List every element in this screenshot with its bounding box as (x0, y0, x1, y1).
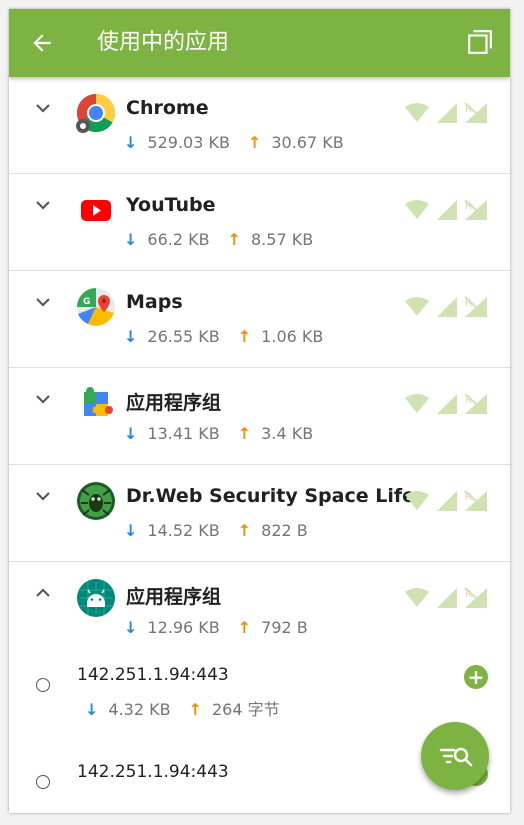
download-arrow-icon: ↓ (124, 327, 138, 346)
app-row-maps[interactable]: G Maps ↓ 26.55 KB ↑ 1.06 KB R (9, 271, 510, 368)
upload-value: 30.67 KB (271, 133, 344, 152)
upload-arrow-icon: ↑ (237, 327, 252, 346)
window-icon[interactable] (467, 29, 493, 55)
app-name: Dr.Web Security Space Life (126, 485, 415, 507)
upload-value: 264 字节 (212, 700, 280, 719)
maps-icon: G (77, 288, 115, 326)
download-arrow-icon: ↓ (124, 618, 138, 637)
app-row-youtube[interactable]: YouTube ↓ 66.2 KB ↑ 8.57 KB R (9, 174, 510, 271)
network-status-icons: R (405, 199, 488, 221)
download-value: 26.55 KB (147, 327, 220, 346)
download-arrow-icon: ↓ (124, 133, 138, 152)
download-arrow-icon: ↓ (124, 424, 138, 443)
filter-search-icon (439, 747, 473, 767)
download-value: 4.32 KB (108, 700, 171, 719)
chevron-down-icon[interactable] (34, 293, 52, 311)
chevron-down-icon[interactable] (34, 487, 52, 505)
svg-text:R: R (465, 201, 472, 212)
network-status-icons: R (405, 296, 488, 318)
svg-text:R: R (465, 589, 472, 600)
android-icon (77, 579, 115, 617)
arrow-left-icon[interactable] (29, 30, 55, 56)
download-arrow-icon: ↓ (85, 700, 99, 719)
puzzle-icon (84, 387, 113, 416)
youtube-icon (81, 200, 111, 221)
download-value: 14.52 KB (147, 521, 220, 540)
svg-text:R: R (465, 492, 472, 503)
upload-arrow-icon: ↑ (237, 618, 252, 637)
traffic-stats: ↓ 12.96 KB ↑ 792 B (124, 618, 308, 637)
app-bar: 使用中的应用 (9, 9, 510, 77)
svg-text:R: R (465, 104, 472, 115)
svg-text:R: R (465, 395, 472, 406)
upload-arrow-icon: ↑ (247, 133, 262, 152)
app-name: 应用程序组 (126, 586, 222, 608)
upload-value: 792 B (261, 618, 308, 637)
upload-value: 8.57 KB (251, 230, 314, 249)
connection-stats: ↓ 4.32 KB ↑ 264 字节 (85, 696, 280, 720)
upload-value: 822 B (261, 521, 308, 540)
network-status-icons: R (405, 587, 488, 609)
app-row-app-group[interactable]: 应用程序组 ↓ 13.41 KB ↑ 3.4 KB R (9, 368, 510, 465)
add-rule-button[interactable]: + (464, 665, 488, 689)
chevron-down-icon[interactable] (34, 196, 52, 214)
network-status-icons: R (405, 102, 488, 124)
drweb-icon (77, 482, 115, 520)
app-name: Maps (126, 291, 183, 313)
traffic-stats: ↓ 529.03 KB ↑ 30.67 KB (124, 133, 344, 152)
download-value: 12.96 KB (147, 618, 220, 637)
chevron-down-icon[interactable] (34, 99, 52, 117)
upload-arrow-icon: ↑ (237, 521, 252, 540)
upload-value: 1.06 KB (261, 327, 324, 346)
chevron-down-icon[interactable] (34, 390, 52, 408)
app-name: 应用程序组 (126, 392, 222, 414)
upload-arrow-icon: ↑ (227, 230, 241, 249)
upload-arrow-icon: ↑ (188, 700, 202, 719)
download-value: 13.41 KB (147, 424, 220, 443)
traffic-stats: ↓ 26.55 KB ↑ 1.06 KB (124, 327, 323, 346)
download-value: 529.03 KB (147, 133, 230, 152)
upload-arrow-icon: ↑ (237, 424, 252, 443)
traffic-stats: ↓ 13.41 KB ↑ 3.4 KB (124, 424, 313, 443)
download-arrow-icon: ↓ (124, 230, 138, 249)
upload-value: 3.4 KB (261, 424, 314, 443)
connection-address: 142.251.1.94:443 (77, 665, 229, 685)
svg-text:G: G (83, 297, 90, 307)
network-status-icons: R (405, 393, 488, 415)
download-arrow-icon: ↓ (124, 521, 138, 540)
app-name: YouTube (126, 194, 216, 216)
svg-text:R: R (465, 298, 472, 309)
traffic-stats: ↓ 14.52 KB ↑ 822 B (124, 521, 308, 540)
app-window: 使用中的应用 Chrome ↓ 529.03 KB ↑ 30.67 KB R Y… (9, 9, 510, 813)
app-list: Chrome ↓ 529.03 KB ↑ 30.67 KB R YouTube ↓ 66… (9, 77, 510, 813)
app-row-drweb[interactable]: Dr.Web Security Space Life ↓ 14.52 KB ↑ 822… (9, 465, 510, 562)
chevron-up-icon[interactable] (34, 584, 52, 602)
connection-radio[interactable] (36, 678, 50, 692)
filter-search-button[interactable] (421, 722, 489, 790)
app-name: Chrome (126, 97, 209, 119)
network-status-icons: R (405, 490, 488, 512)
connection-radio[interactable] (36, 775, 50, 789)
connection-address: 142.251.1.94:443 (77, 762, 229, 782)
app-row-app-group-android[interactable]: 应用程序组 ↓ 12.96 KB ↑ 792 B R (9, 562, 510, 658)
download-value: 66.2 KB (147, 230, 210, 249)
app-row-chrome[interactable]: Chrome ↓ 529.03 KB ↑ 30.67 KB R (9, 77, 510, 174)
chrome-icon (76, 93, 116, 133)
page-title: 使用中的应用 (97, 30, 230, 55)
traffic-stats: ↓ 66.2 KB ↑ 8.57 KB (124, 230, 313, 249)
